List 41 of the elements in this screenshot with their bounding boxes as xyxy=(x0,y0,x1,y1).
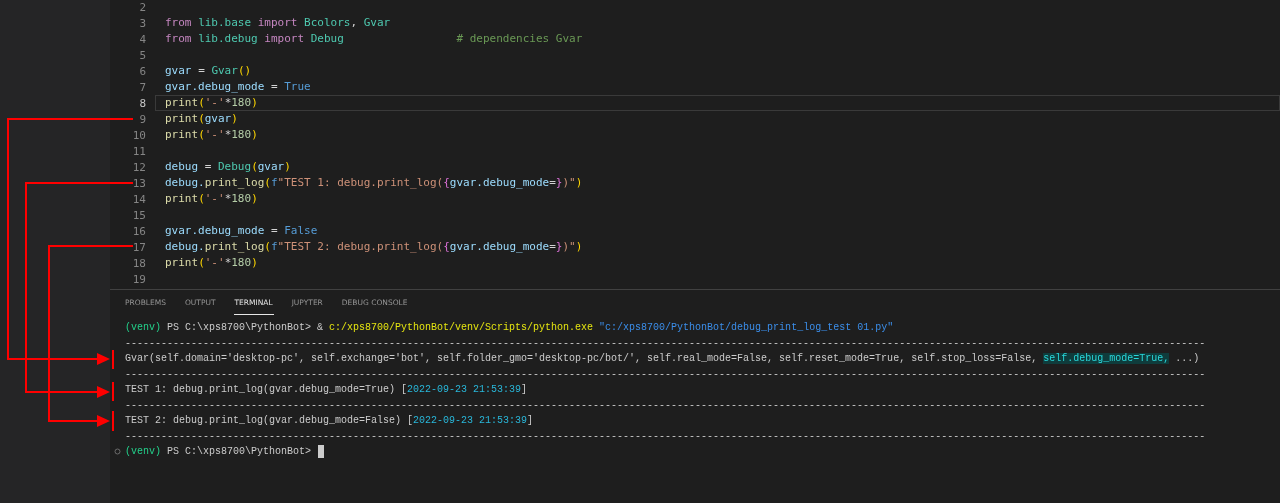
line-number: 18 xyxy=(131,256,146,270)
code-line: from lib.debug import Debug # dependencies Gvar xyxy=(164,31,584,47)
code-line: debug = Debug(gvar) xyxy=(164,159,292,175)
line-number: 19 xyxy=(131,272,146,286)
line-number: 2 xyxy=(138,0,146,14)
code-line: print('-'*180) xyxy=(164,127,259,143)
code-line: print('-'*180) xyxy=(164,255,259,271)
line-number: 5 xyxy=(138,48,146,62)
code-line: print('-'*180) xyxy=(164,191,259,207)
line-number: 11 xyxy=(131,144,146,158)
code-line: print(gvar) xyxy=(164,111,239,127)
text-cursor xyxy=(318,445,325,459)
terminal-line: ------------------------------------------------------------------------------------------------------------------------------------------------------------------------------------ xyxy=(125,368,1206,380)
line-number: 8 xyxy=(138,96,146,110)
terminal-line: Gvar(self.domain='desktop-pc', self.exchange='bot', self.folder_gmo='desktop-pc/bot/', self.real_mode=False, self.reset_mode=True, self.stop_loss=False, self.debug_mode=True, ...) xyxy=(125,353,1200,365)
code-line: gvar = Gvar() xyxy=(164,63,253,79)
line-number: 16 xyxy=(131,224,146,238)
terminal-line: (venv) PS C:\xps8700\PythonBot> & c:/xps8700/PythonBot/venv/Scripts/python.exe "c:/xps8700/PythonBot/debug_print_log_test 01.py" xyxy=(125,322,894,334)
code-line: debug.print_log(f"TEST 1: debug.print_log({gvar.debug_mode=})") xyxy=(164,175,584,191)
line-number: 4 xyxy=(138,32,146,46)
code-line: from lib.base import Bcolors, Gvar xyxy=(164,15,392,31)
line-number: 9 xyxy=(138,112,146,126)
line-number: 13 xyxy=(131,176,146,190)
line-number: 3 xyxy=(138,16,146,30)
terminal-line: ------------------------------------------------------------------------------------------------------------------------------------------------------------------------------------ xyxy=(125,430,1206,442)
line-number: 12 xyxy=(131,160,146,174)
line-number: 17 xyxy=(131,240,146,254)
terminal-line: TEST 2: debug.print_log(gvar.debug_mode=False) [2022-09-23 21:53:39] xyxy=(125,415,534,427)
terminal-line: TEST 1: debug.print_log(gvar.debug_mode=True) [2022-09-23 21:53:39] xyxy=(125,384,528,396)
code-line: gvar.debug_mode = False xyxy=(164,223,319,239)
terminal-line: (venv) PS C:\xps8700\PythonBot> xyxy=(125,446,313,458)
line-number: 7 xyxy=(138,80,146,94)
code-line: gvar.debug_mode = True xyxy=(164,79,312,95)
line-number: 10 xyxy=(131,128,146,142)
terminal-line: ------------------------------------------------------------------------------------------------------------------------------------------------------------------------------------ xyxy=(125,337,1206,349)
line-number: 15 xyxy=(131,208,146,222)
circle-icon xyxy=(114,448,121,456)
line-number: 14 xyxy=(131,192,146,206)
terminal-line: ------------------------------------------------------------------------------------------------------------------------------------------------------------------------------------ xyxy=(125,399,1206,411)
line-number: 6 xyxy=(138,64,146,78)
code-line: debug.print_log(f"TEST 2: debug.print_log({gvar.debug_mode=})") xyxy=(164,239,584,255)
